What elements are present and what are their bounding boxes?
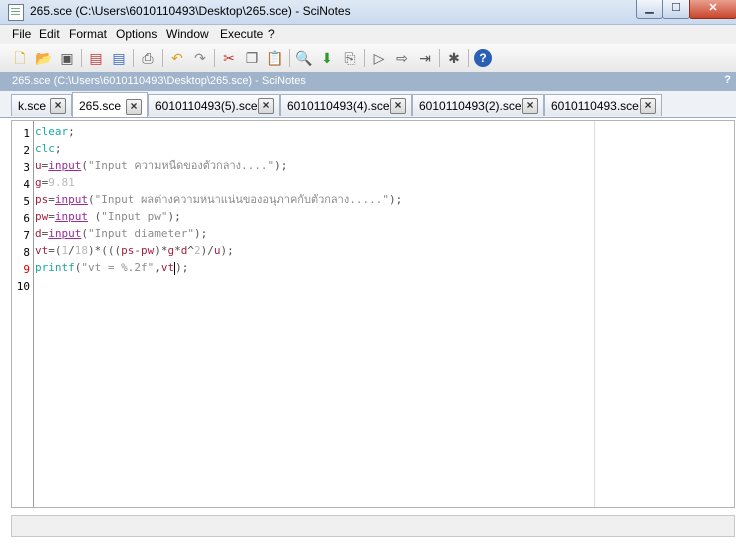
close-tab-icon[interactable]: × (50, 98, 66, 114)
line-number: 2 (23, 144, 30, 157)
load-into-scilab-icon[interactable]: ⬇ (318, 49, 336, 67)
execute-with-echo-icon[interactable]: ⇨ (393, 49, 411, 67)
line-number: 10 (16, 280, 30, 293)
toolbar-separator (439, 49, 440, 67)
help-question-icon[interactable]: ? (724, 74, 731, 86)
code-line[interactable]: ps=input("Input ผลต่างความหนาแน่นของอนุภ… (35, 191, 402, 208)
line-number: 6 (23, 212, 30, 225)
menu-options[interactable]: Options (116, 27, 157, 41)
open-file-icon[interactable]: 📂 (35, 49, 53, 67)
scinotes-app-icon (8, 4, 24, 21)
document-title: 265.sce (C:\Users\6010110493\Desktop\265… (12, 75, 306, 87)
window-titlebar: 265.sce (C:\Users\6010110493\Desktop\265… (0, 0, 736, 25)
print-icon[interactable]: ⎙ (139, 49, 157, 67)
close-tab-icon[interactable]: × (522, 98, 538, 114)
tab-label: 265.sce (79, 99, 122, 113)
tab-6010110493-4-sce[interactable]: 6010110493(4).sce × (280, 94, 412, 116)
tab-6010110493-5-sce[interactable]: 6010110493(5).sce × (148, 94, 280, 116)
tab-label: 6010110493(5).sce (155, 99, 258, 113)
save-icon[interactable]: ▤ (87, 49, 105, 67)
execute-until-caret-icon[interactable]: ⇥ (416, 49, 434, 67)
code-line[interactable]: clear; (35, 123, 75, 140)
menu-file[interactable]: File (12, 27, 31, 41)
undo-icon[interactable]: ↶ (168, 49, 186, 67)
find-replace-icon[interactable]: 🔍 (295, 49, 313, 67)
toolbar-separator (468, 49, 469, 67)
tab-strip: k.sce × 265.sce × 6010110493(5).sce × 60… (0, 91, 736, 118)
code-line[interactable]: d=input("Input diameter"); (35, 225, 207, 242)
code-line[interactable]: clc; (35, 140, 62, 157)
tab-6010110493-2-sce[interactable]: 6010110493(2).sce × (412, 94, 544, 116)
tab-label: k.sce (18, 99, 47, 113)
save-as-icon[interactable]: ▤ (110, 49, 128, 67)
line-number: 3 (23, 161, 30, 174)
toolbar-separator (364, 49, 365, 67)
close-tab-icon[interactable]: × (258, 98, 274, 114)
paste-icon[interactable]: 📋 (266, 49, 284, 67)
new-file-icon[interactable]: 🗋 (11, 49, 29, 67)
toolbar-separator (162, 49, 163, 67)
menu-window[interactable]: Window (166, 27, 209, 41)
tab-label: 6010110493(4).sce (287, 99, 390, 113)
line-number: 5 (23, 195, 30, 208)
tab-k-sce[interactable]: k.sce × (11, 94, 72, 116)
status-bar (11, 515, 735, 537)
tab-6010110493-sce[interactable]: 6010110493.sce × (544, 94, 662, 116)
help-icon[interactable]: ? (474, 49, 492, 67)
tab-label: 6010110493(2).sce (419, 99, 522, 113)
menu-bar: File Edit Format Options Window Execute … (0, 25, 736, 44)
preferences-icon[interactable]: ✱ (445, 49, 463, 67)
code-line[interactable]: printf("vt = %.2f",vt); (35, 259, 188, 276)
toolbar: 🗋 📂 ▣ ▤ ▤ ⎙ ↶ ↷ ✂ ❐ 📋 🔍 ⬇ ⎘ ▷ ⇨ ⇥ ✱ ? (0, 44, 736, 73)
toolbar-separator (133, 49, 134, 67)
execute-icon[interactable]: ▷ (370, 49, 388, 67)
cut-icon[interactable]: ✂ (220, 49, 238, 67)
copy-icon[interactable]: ❐ (243, 49, 261, 67)
line-number: 8 (23, 246, 30, 259)
line-number-gutter: 1 2 3 4 5 6 7 8 9 10 (12, 121, 34, 507)
close-tab-icon[interactable]: × (126, 99, 142, 115)
maximize-button[interactable]: ☐ (662, 0, 690, 19)
tab-label: 6010110493.sce (551, 99, 639, 113)
menu-execute[interactable]: Execute (220, 27, 263, 41)
window-title: 265.sce (C:\Users\6010110493\Desktop\265… (30, 4, 351, 18)
right-margin-line (594, 121, 595, 507)
redo-icon[interactable]: ↷ (191, 49, 209, 67)
tab-265-sce[interactable]: 265.sce × (72, 92, 148, 117)
minimize-button[interactable]: ▁ (636, 0, 663, 19)
code-line[interactable]: g=9.81 (35, 174, 75, 191)
close-window-button[interactable]: ✕ (689, 0, 736, 19)
toolbar-separator (289, 49, 290, 67)
menu-help[interactable]: ? (268, 27, 275, 41)
line-number: 1 (23, 127, 30, 140)
code-line[interactable]: pw=input ("Input pw"); (35, 208, 181, 225)
toolbar-separator (81, 49, 82, 67)
close-tab-icon[interactable]: × (390, 98, 406, 114)
execute-to-console-icon[interactable]: ⎘ (341, 49, 359, 67)
code-line[interactable]: vt=(1/18)*(((ps-pw)*g*d^2)/u); (35, 242, 234, 259)
menu-edit[interactable]: Edit (39, 27, 60, 41)
line-number: 4 (23, 178, 30, 191)
current-line-number: 9 (23, 263, 30, 276)
menu-format[interactable]: Format (69, 27, 107, 41)
code-line[interactable]: u=input("Input ความหนืดของตัวกลาง...."); (35, 157, 287, 174)
code-editor[interactable]: 1 2 3 4 5 6 7 8 9 10 clear; clc; u=input("… (11, 120, 735, 508)
open-file-in-scinotes-icon[interactable]: ▣ (58, 49, 76, 67)
toolbar-separator (214, 49, 215, 67)
close-tab-icon[interactable]: × (640, 98, 656, 114)
line-number: 7 (23, 229, 30, 242)
document-header: 265.sce (C:\Users\6010110493\Desktop\265… (0, 72, 736, 91)
